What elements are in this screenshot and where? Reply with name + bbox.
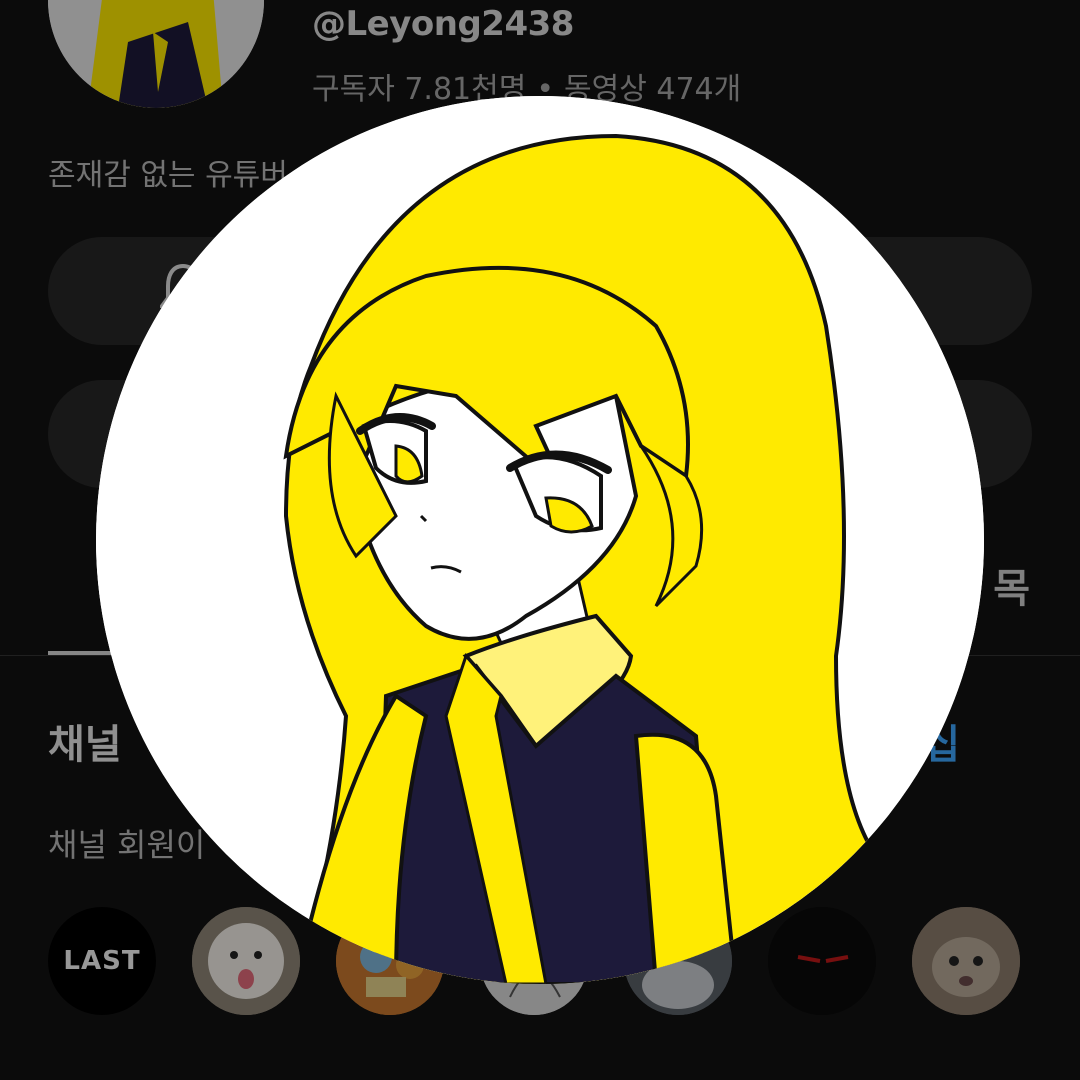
profile-picture-enlarged[interactable] (96, 96, 984, 984)
channel-avatar[interactable] (48, 0, 264, 108)
tab-playlists[interactable]: 목 (993, 556, 1030, 614)
channel-page: @Leyong2438 구독자 7.81천명•동영상 474개 존재감 없는 유… (0, 0, 1080, 1080)
channel-avatar-image (48, 0, 264, 108)
channel-handle: @Leyong2438 (312, 4, 574, 44)
profile-illustration (96, 96, 984, 984)
